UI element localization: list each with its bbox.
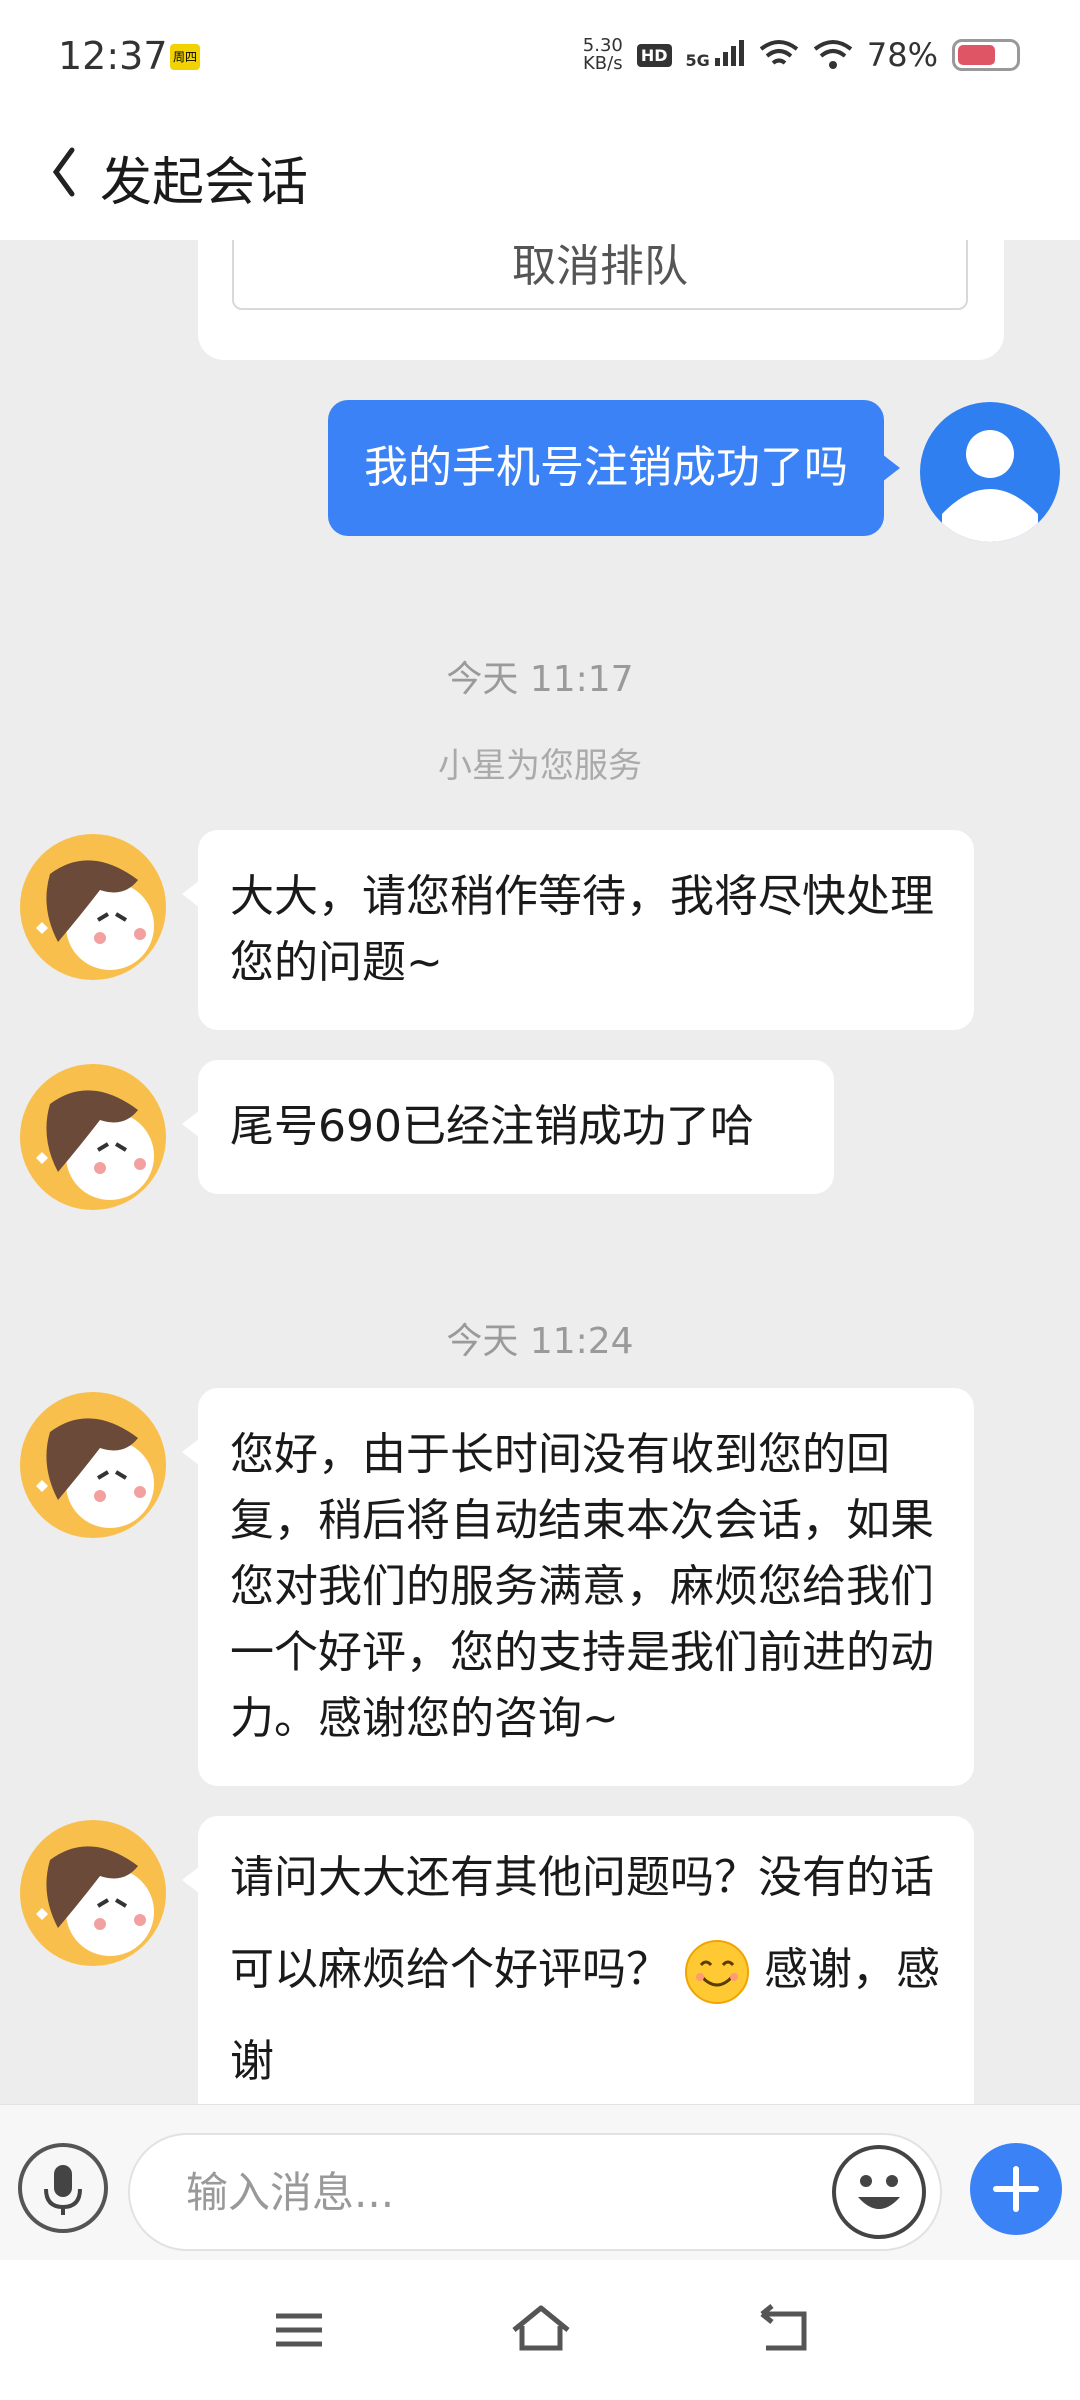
wifi-icon-2 xyxy=(813,40,853,69)
message-input[interactable] xyxy=(186,2157,806,2227)
status-time: 12:37 xyxy=(58,34,168,78)
agent-avatar[interactable] xyxy=(20,1820,166,1966)
input-bar xyxy=(0,2104,1080,2260)
header-bar: 发起会话 xyxy=(0,112,1080,240)
plus-icon xyxy=(993,2166,1039,2212)
signal-icon: 5G xyxy=(686,40,745,70)
agent-avatar-icon xyxy=(36,1418,154,1528)
service-note: 小星为您服务 xyxy=(438,746,642,786)
user-avatar-icon xyxy=(942,430,1038,542)
agent-avatar-icon xyxy=(36,1090,154,1200)
home-icon[interactable] xyxy=(506,2300,576,2360)
queue-card: 取消排队 xyxy=(198,240,1004,360)
battery-percent: 78% xyxy=(866,36,938,74)
network-speed: 5.30 KB/s xyxy=(582,35,623,74)
chat-area[interactable]: 取消排队 我的手机号注销成功了吗 今天 11:17 小星为您服务 大大，请您稍作… xyxy=(0,240,1080,2104)
agent-message-bubble[interactable]: 尾号690已经注销成功了哈 xyxy=(182,1060,834,1194)
menu-icon[interactable] xyxy=(264,2300,334,2360)
emoji-smile-icon xyxy=(858,2175,900,2209)
hd-icon: HD xyxy=(636,43,672,67)
status-bar: 12:37 周四 5.30 KB/s HD 5G 78% xyxy=(0,0,1080,112)
agent-message-bubble[interactable]: 请问大大还有其他问题吗？没有的话可以麻烦给个好评吗？ 感谢，感谢 xyxy=(182,1816,974,2104)
status-icons: 5.30 KB/s HD 5G 78% xyxy=(583,36,1020,74)
agent-avatar-icon xyxy=(36,860,154,970)
agent-avatar[interactable] xyxy=(20,1392,166,1538)
user-avatar[interactable] xyxy=(920,402,1060,542)
user-message-bubble[interactable]: 我的手机号注销成功了吗 xyxy=(328,400,900,536)
smile-emoji-icon xyxy=(685,1940,749,2004)
agent-avatar-icon xyxy=(36,1846,154,1956)
agent-avatar[interactable] xyxy=(20,834,166,980)
message-input-field[interactable] xyxy=(128,2133,942,2251)
page-title: 发起会话 xyxy=(100,153,309,213)
system-nav-bar xyxy=(0,2260,1080,2400)
voice-button[interactable] xyxy=(18,2143,108,2233)
agent-message-bubble[interactable]: 大大，请您稍作等待，我将尽快处理您的问题~ xyxy=(182,830,974,1030)
chevron-left-icon[interactable] xyxy=(44,142,84,202)
timestamp-2: 今天 11:24 xyxy=(446,1321,634,1362)
date-badge: 周四 xyxy=(170,44,200,70)
battery-icon xyxy=(952,39,1020,71)
back-nav-icon[interactable] xyxy=(748,2300,818,2360)
wifi-icon-1 xyxy=(759,40,799,65)
microphone-icon xyxy=(44,2165,82,2215)
add-button[interactable] xyxy=(970,2143,1062,2235)
cancel-queue-button[interactable]: 取消排队 xyxy=(232,240,968,310)
emoji-button[interactable] xyxy=(832,2145,926,2239)
agent-avatar[interactable] xyxy=(20,1064,166,1210)
agent-message-bubble[interactable]: 您好，由于长时间没有收到您的回复，稍后将自动结束本次会话，如果您对我们的服务满意… xyxy=(182,1388,974,1786)
timestamp-1: 今天 11:17 xyxy=(446,659,634,700)
